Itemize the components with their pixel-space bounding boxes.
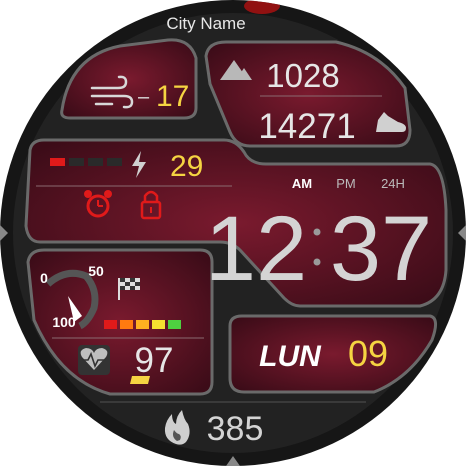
battery-segment-2 [69,158,84,166]
wind-value: 17 [156,80,189,113]
battery-segment-4 [107,158,122,166]
watch-face: City Name – 17 1028 14271 29 AM PM 24H 1… [0,0,466,466]
battery-segment-3 [88,158,103,166]
day-of-week: LUN [259,340,322,373]
battery-segment-1 [50,158,65,166]
battery-value: 29 [170,150,203,183]
steps-value: 14271 [258,107,355,146]
time-minutes: 37 [330,198,432,300]
gauge-min: 0 [40,270,48,286]
h24-indicator: 24H [381,176,405,191]
pm-indicator: PM [336,176,356,191]
heart-rate-icon [78,345,110,375]
heart-zone-marker [130,376,150,384]
pressure-value: 1028 [266,57,339,94]
heart-rate-value: 97 [135,341,174,380]
gauge-mid: 50 [88,263,104,279]
time-hours: 12 [205,198,307,300]
gauge-max: 100 [52,314,76,330]
time-colon-bottom [313,258,321,266]
calories-value: 385 [207,410,264,448]
time-colon-top [313,228,321,236]
wind-sign: – [138,86,150,108]
day-of-month: 09 [348,333,388,374]
am-indicator: AM [292,176,312,191]
zone-color-scale [104,320,181,329]
city-name: City Name [166,14,245,33]
